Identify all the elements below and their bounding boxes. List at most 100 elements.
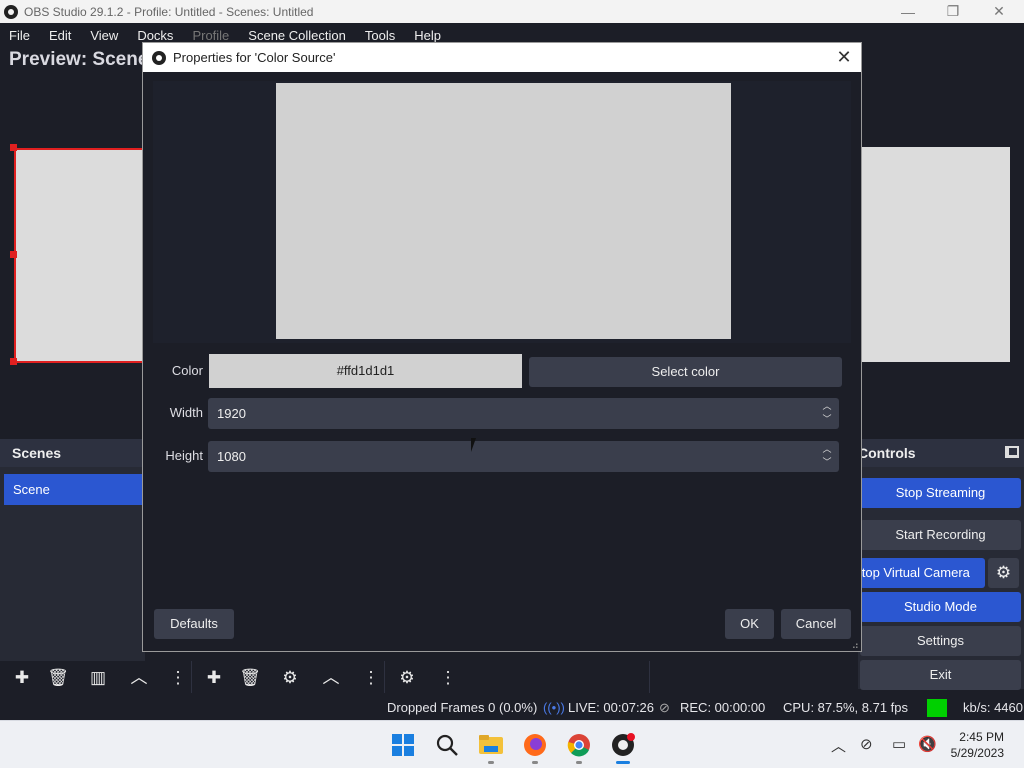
color-label: Color — [171, 363, 203, 378]
active-app-indicator — [616, 761, 630, 764]
dialog-title: Properties for 'Color Source' — [173, 50, 336, 65]
close-icon: ✕ — [836, 47, 852, 67]
spin-arrows[interactable]: ︿ ﹀ — [821, 443, 833, 470]
select-color-button[interactable]: Select color — [529, 357, 842, 387]
add-icon: ✚ — [14, 668, 30, 687]
scene-filters-button[interactable]: ▥ — [83, 664, 113, 692]
cpu-text: CPU: 87.5%, 8.71 fps — [783, 700, 909, 715]
title-bar: OBS Studio 29.1.2 - Profile: Untitled - … — [0, 0, 1024, 23]
defaults-button[interactable]: Defaults — [154, 609, 234, 639]
taskbar-clock[interactable]: 2:45 PM 5/29/2023 — [951, 729, 1004, 761]
undock-icon[interactable] — [1005, 446, 1019, 458]
menu-file[interactable]: File — [0, 28, 40, 45]
trash-icon: 🗑 — [239, 668, 261, 687]
remove-scene-button[interactable]: 🗑 — [43, 664, 73, 692]
settings-button[interactable]: Settings — [860, 626, 1021, 656]
close-window-button[interactable]: ✕ — [976, 0, 1022, 23]
advanced-settings-icon: ⚙ — [399, 668, 415, 687]
scene-more-button[interactable]: ⋮ — [163, 664, 193, 692]
move-up-icon: ︿ — [130, 668, 148, 687]
height-spinbox[interactable]: 1080 ︿ ﹀ — [208, 441, 839, 472]
gear-icon: ⚙ — [282, 668, 298, 687]
status-bar: Dropped Frames 0 (0.0%) ((•)) LIVE: 00:0… — [0, 696, 1024, 720]
controls-header: Controls — [858, 439, 1024, 467]
cancel-button[interactable]: Cancel — [781, 609, 851, 639]
width-label: Width — [169, 405, 203, 420]
properties-dialog: Properties for 'Color Source' ✕ Color #f… — [142, 42, 862, 652]
chevron-up-icon[interactable]: ︿ — [821, 443, 833, 456]
studio-mode-button[interactable]: Studio Mode — [860, 592, 1021, 622]
dialog-close-button[interactable]: ✕ — [833, 45, 855, 69]
live-broadcast-icon: ((•)) — [543, 700, 565, 715]
chevron-down-icon[interactable]: ﹀ — [821, 456, 833, 469]
remove-source-button[interactable]: 🗑 — [235, 664, 265, 692]
move-source-up-button[interactable]: ︿ — [316, 664, 346, 692]
stop-streaming-button[interactable]: Stop Streaming — [860, 478, 1021, 508]
source-properties-button[interactable]: ⚙ — [275, 664, 305, 692]
search-icon[interactable] — [434, 733, 460, 757]
resize-handle[interactable] — [10, 144, 17, 151]
network-off-icon[interactable]: ⊘ — [860, 735, 873, 753]
trash-icon: 🗑 — [47, 668, 69, 687]
menu-edit[interactable]: Edit — [40, 28, 81, 45]
move-up-icon: ︿ — [322, 668, 340, 687]
clock-time: 2:45 PM — [959, 730, 1004, 744]
add-scene-button[interactable]: ✚ — [7, 664, 37, 692]
source-more-button[interactable]: ⋮ — [356, 664, 386, 692]
chevron-up-icon[interactable]: ︿ — [821, 400, 833, 413]
clock-date: 5/29/2023 — [950, 746, 1004, 760]
toolbar-divider — [191, 661, 192, 693]
tray-overflow-icon[interactable]: ︿ — [831, 735, 846, 756]
preview-label: Preview: Scene — [9, 49, 149, 70]
display-icon[interactable]: ▭ — [892, 735, 906, 753]
scene-list-item[interactable]: Scene — [4, 474, 145, 505]
color-source-preview[interactable] — [860, 147, 1010, 362]
firefox-icon[interactable] — [522, 733, 548, 757]
add-icon: ✚ — [206, 668, 222, 687]
move-scene-up-button[interactable]: ︿ — [124, 664, 154, 692]
chrome-icon[interactable] — [566, 733, 592, 757]
color-source-preview — [276, 83, 731, 339]
resize-handle[interactable] — [10, 358, 17, 365]
resize-grip-icon[interactable]: ⣠ — [852, 638, 859, 649]
rec-time-text: REC: 00:00:00 — [680, 700, 766, 715]
running-indicator — [532, 761, 538, 764]
virtual-camera-button[interactable]: Stop Virtual Camera — [860, 558, 985, 588]
menu-view[interactable]: View — [81, 28, 128, 45]
height-value: 1080 — [217, 449, 246, 464]
more-icon: ⋮ — [169, 668, 187, 687]
toolbar-divider — [384, 661, 385, 693]
selected-source-bounds[interactable] — [14, 148, 154, 363]
maximize-button[interactable]: ❐ — [930, 0, 976, 23]
dialog-title-bar: Properties for 'Color Source' ✕ — [143, 43, 861, 72]
resize-handle[interactable] — [10, 251, 17, 258]
file-explorer-icon[interactable] — [478, 733, 504, 757]
chevron-down-icon[interactable]: ﹀ — [821, 413, 833, 426]
volume-muted-icon[interactable]: 🔇 — [918, 735, 937, 753]
windows-start-icon[interactable] — [390, 733, 416, 757]
width-value: 1920 — [217, 406, 246, 421]
filter-icon: ▥ — [89, 668, 107, 687]
stream-health-indicator — [927, 699, 947, 717]
add-source-button[interactable]: ✚ — [199, 664, 229, 692]
running-indicator — [576, 761, 582, 764]
audio-more-button[interactable]: ⋮ — [433, 664, 463, 692]
obs-icon[interactable] — [610, 733, 636, 757]
scenes-header: Scenes — [0, 439, 145, 467]
minimize-button[interactable]: — — [885, 0, 931, 23]
spin-arrows[interactable]: ︿ ﹀ — [821, 400, 833, 427]
dropped-frames-text: Dropped Frames 0 (0.0%) — [387, 700, 538, 715]
height-label: Height — [165, 448, 203, 463]
width-spinbox[interactable]: 1920 ︿ ﹀ — [208, 398, 839, 429]
obs-logo-icon — [4, 4, 18, 19]
bitrate-text: kb/s: 4460 — [963, 700, 1023, 715]
ok-button[interactable]: OK — [725, 609, 774, 639]
start-recording-button[interactable]: Start Recording — [860, 520, 1021, 550]
exit-button[interactable]: Exit — [860, 660, 1021, 690]
virtual-camera-settings-button[interactable]: ⚙ — [988, 558, 1019, 588]
color-value-swatch: #ffd1d1d1 — [209, 354, 522, 388]
more-icon: ⋮ — [362, 668, 380, 687]
running-indicator — [488, 761, 494, 764]
recording-off-icon: ⊘ — [659, 700, 670, 715]
advanced-audio-button[interactable]: ⚙ — [392, 664, 422, 692]
